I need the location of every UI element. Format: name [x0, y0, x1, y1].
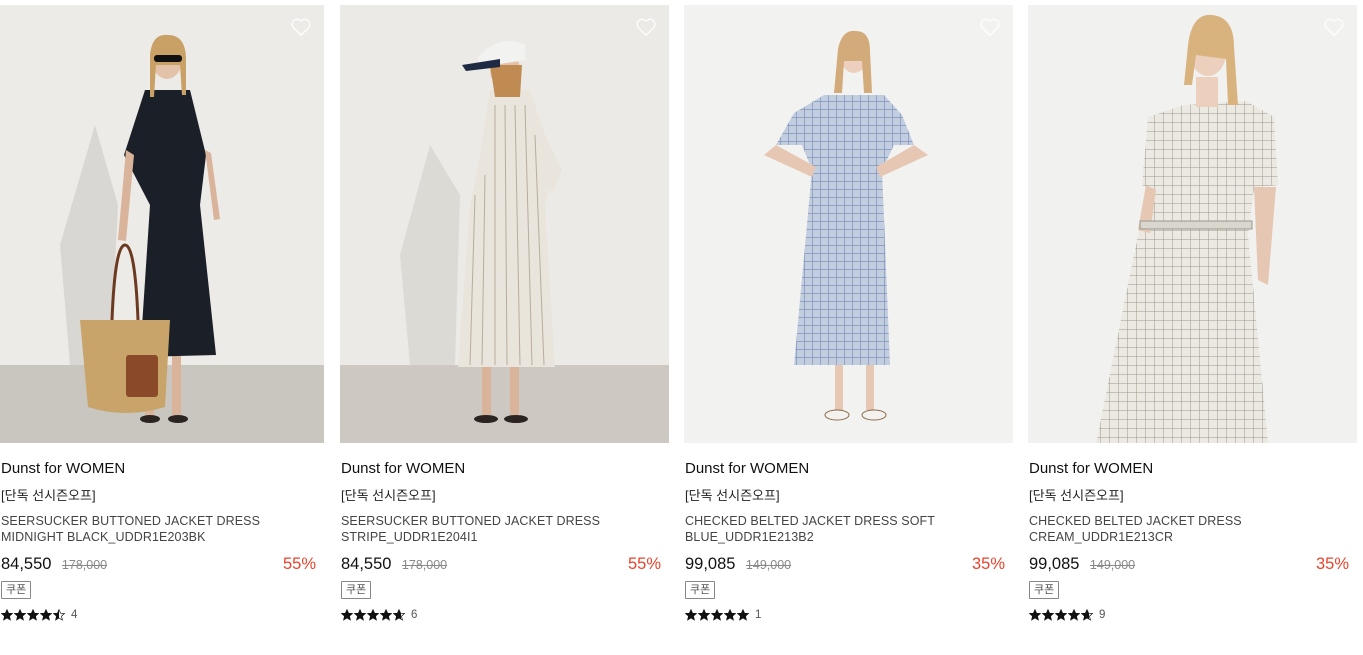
- star-icon: [1068, 609, 1080, 621]
- review-count: 6: [411, 609, 418, 621]
- review-count: 1: [755, 609, 762, 621]
- product-name[interactable]: CHECKED BELTED JACKET DRESS CREAM_UDDR1E…: [1029, 513, 1353, 545]
- original-price: 178,000: [61, 558, 108, 572]
- rating-stars: [685, 609, 749, 621]
- product-tag: [단독 선시즌오프]: [685, 488, 780, 503]
- price-row: 99,085 149,000 35%: [685, 553, 1009, 575]
- product-image[interactable]: [684, 5, 1013, 443]
- star-icon: [1055, 609, 1067, 621]
- product-tag: [단독 선시즌오프]: [1029, 488, 1124, 503]
- product-brand[interactable]: Dunst for WOMEN: [685, 459, 1009, 479]
- sale-price: 84,550: [341, 555, 392, 573]
- coupon-badge: 쿠폰: [341, 581, 372, 599]
- star-icon: [1042, 609, 1054, 621]
- product-card[interactable]: Dunst for WOMEN [단독 선시즌오프] CHECKED BELTE…: [684, 0, 1013, 623]
- wishlist-heart-icon[interactable]: [1323, 17, 1345, 37]
- original-price: 149,000: [745, 558, 792, 572]
- star-icon: [724, 609, 736, 621]
- wishlist-heart-icon[interactable]: [635, 17, 657, 37]
- product-info: Dunst for WOMEN [단독 선시즌오프] CHECKED BELTE…: [684, 459, 1013, 623]
- price-row: 99,085 149,000 35%: [1029, 553, 1353, 575]
- product-tag: [단독 선시즌오프]: [341, 488, 436, 503]
- rating-stars: [341, 609, 405, 621]
- star-icon: [698, 609, 710, 621]
- rating-stars: [1029, 609, 1093, 621]
- product-tag: [단독 선시즌오프]: [1, 488, 96, 503]
- product-name[interactable]: CHECKED BELTED JACKET DRESS SOFT BLUE_UD…: [685, 513, 1009, 545]
- star-icon: [393, 609, 405, 621]
- star-icon: [711, 609, 723, 621]
- review-count: 9: [1099, 609, 1106, 621]
- product-name[interactable]: SEERSUCKER BUTTONED JACKET DRESS STRIPE_…: [341, 513, 665, 545]
- rating-row: 1: [685, 607, 1009, 623]
- review-count: 4: [71, 609, 78, 621]
- product-grid: Dunst for WOMEN [단독 선시즌오프] SEERSUCKER BU…: [0, 0, 1363, 655]
- star-icon: [685, 609, 697, 621]
- product-card[interactable]: Dunst for WOMEN [단독 선시즌오프] CHECKED BELTE…: [1028, 0, 1357, 623]
- star-icon: [1, 609, 13, 621]
- star-icon: [53, 609, 65, 621]
- original-price: 178,000: [401, 558, 448, 572]
- star-icon: [737, 609, 749, 621]
- product-brand[interactable]: Dunst for WOMEN: [1029, 459, 1353, 479]
- rating-stars: [1, 609, 65, 621]
- sale-price: 99,085: [1029, 555, 1080, 573]
- wishlist-heart-icon[interactable]: [979, 17, 1001, 37]
- dress-stripe-photo: [340, 5, 669, 443]
- price-row: 84,550 178,000 55%: [1, 553, 320, 575]
- product-name[interactable]: SEERSUCKER BUTTONED JACKET DRESS MIDNIGH…: [1, 513, 320, 545]
- product-brand[interactable]: Dunst for WOMEN: [1, 459, 320, 479]
- coupon-badge: 쿠폰: [1029, 581, 1060, 599]
- discount-rate: 35%: [971, 555, 1005, 573]
- sale-price: 84,550: [1, 555, 52, 573]
- star-icon: [40, 609, 52, 621]
- dress-black-photo: [0, 5, 324, 443]
- rating-row: 6: [341, 607, 665, 623]
- wishlist-heart-icon[interactable]: [290, 17, 312, 37]
- star-icon: [14, 609, 26, 621]
- product-brand[interactable]: Dunst for WOMEN: [341, 459, 665, 479]
- product-info: Dunst for WOMEN [단독 선시즌오프] SEERSUCKER BU…: [340, 459, 669, 623]
- rating-row: 4: [1, 607, 320, 623]
- star-icon: [341, 609, 353, 621]
- product-info: Dunst for WOMEN [단독 선시즌오프] SEERSUCKER BU…: [0, 459, 324, 623]
- product-card[interactable]: Dunst for WOMEN [단독 선시즌오프] SEERSUCKER BU…: [0, 0, 324, 623]
- price-row: 84,550 178,000 55%: [341, 553, 665, 575]
- original-price: 149,000: [1089, 558, 1136, 572]
- rating-row: 9: [1029, 607, 1353, 623]
- star-icon: [27, 609, 39, 621]
- dress-blue-check-photo: [684, 5, 1013, 443]
- star-icon: [1029, 609, 1041, 621]
- product-image[interactable]: [340, 5, 669, 443]
- discount-rate: 35%: [1315, 555, 1349, 573]
- product-image[interactable]: [1028, 5, 1357, 443]
- product-image[interactable]: [0, 5, 324, 443]
- star-icon: [380, 609, 392, 621]
- star-icon: [367, 609, 379, 621]
- product-card[interactable]: Dunst for WOMEN [단독 선시즌오프] SEERSUCKER BU…: [340, 0, 669, 623]
- star-icon: [1081, 609, 1093, 621]
- dress-cream-check-photo: [1028, 5, 1357, 443]
- product-info: Dunst for WOMEN [단독 선시즌오프] CHECKED BELTE…: [1028, 459, 1357, 623]
- coupon-badge: 쿠폰: [1, 581, 32, 599]
- discount-rate: 55%: [282, 555, 316, 573]
- discount-rate: 55%: [627, 555, 661, 573]
- star-icon: [354, 609, 366, 621]
- sale-price: 99,085: [685, 555, 736, 573]
- coupon-badge: 쿠폰: [685, 581, 716, 599]
